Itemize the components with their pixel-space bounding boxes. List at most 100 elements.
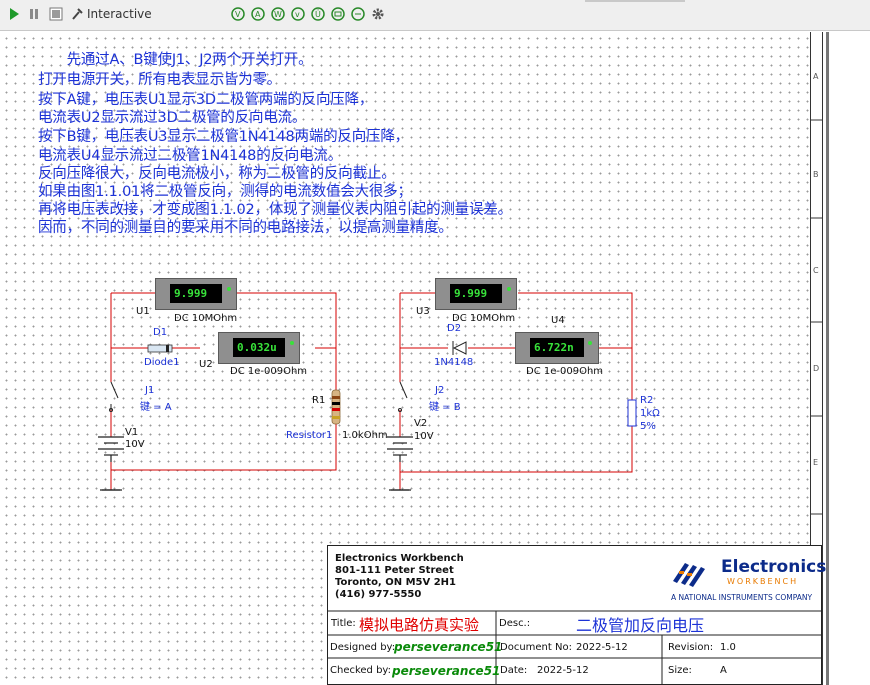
voltage-probe-icon[interactable]: V [230,6,246,22]
d1-part: Diode1 [144,357,180,368]
electronics-workbench-logo: Electronics WORKBENCH A NATIONAL INSTRUM… [669,553,826,605]
desc-label: Desc.: [499,618,531,629]
v2-refdes: V2 [414,418,428,429]
ammeter-u4[interactable]: 6.722n [515,332,599,364]
u4-spec: DC 1e-009Ohm [526,366,604,377]
stop-icon [49,7,63,21]
voltage-current-probe-icon[interactable]: Ü [310,6,326,22]
switch-j2-symbol [398,381,408,412]
r1-part: Resistor1 [286,430,333,441]
checked-by-label: Checked by: [330,665,391,676]
play-icon [10,8,19,20]
probe-tools-group: V A W v Ü [230,5,400,23]
voltmeter-u1-display: 9.999 [170,284,222,303]
r2-refdes: R2 [640,395,654,406]
u3-refdes: U3 [416,306,430,317]
ammeter-u2-display: 0.032u [233,338,285,357]
svg-text:V: V [235,10,241,19]
simulation-toolbar: Interactive V A W v Ü [0,0,870,31]
switch-j1-symbol [109,381,119,412]
u1-spec: DC 10MOhm [174,313,238,324]
interactive-mode-label: Interactive [87,7,152,21]
ammeter-u2[interactable]: 0.032u [218,332,300,364]
d2-part: 1N4148 [434,357,474,368]
j2-key: 键 = B [429,402,461,413]
title-label: Title: [331,618,356,629]
company-address-2: Toronto, ON M5V 2H1 [335,577,456,588]
designed-by-label: Designed by: [330,642,396,653]
v2-value: 10V [414,431,434,442]
r1-value: 1.0kOhm [342,430,388,441]
workbench-logo-icon [673,563,705,587]
logo-sub-text: WORKBENCH [727,577,799,586]
voltmeter-u3-display: 9.999 [450,284,502,303]
meter-terminal-icon [227,287,231,291]
logo-tagline: A NATIONAL INSTRUMENTS COMPANY [671,593,813,602]
company-phone: (416) 977-5550 [335,589,422,600]
svg-text:A: A [255,10,261,19]
u3-spec: DC 10MOhm [452,313,516,324]
revision-value: 1.0 [720,642,736,653]
document-no-label: Document No: [500,642,572,653]
revision-label: Revision: [668,642,714,653]
size-label: Size: [668,665,692,676]
interactive-mode-button[interactable]: Interactive [70,5,160,23]
svg-text:Ü: Ü [315,9,321,19]
meter-terminal-icon [507,287,511,291]
interactive-icon [72,8,83,20]
date-value: 2022-5-12 [537,665,589,676]
v1-value: 10V [125,439,145,450]
ruler-letter: D [813,364,820,373]
diode-d2-symbol [452,341,467,355]
size-value: A [720,665,727,676]
voltmeter-u1[interactable]: 9.999 [155,278,237,310]
toolbar-divider [585,0,685,2]
resistor-r2-symbol [627,399,637,427]
current-probe-icon[interactable]: A [250,6,266,22]
d1-refdes: D1 [153,327,168,338]
designed-by-value: perseverance51 [394,640,503,654]
title-block[interactable]: Electronics Workbench 801-111 Peter Stre… [327,545,826,685]
power-probe-icon[interactable]: W [270,6,286,22]
r2-tolerance: 5% [640,421,656,432]
ruler-letter: B [813,170,819,179]
voltmeter-u3[interactable]: 9.999 [435,278,517,310]
svg-text:W: W [274,10,282,19]
differential-voltage-probe-icon[interactable]: v [290,6,306,22]
title-value: 模拟电路仿真实验 [359,616,480,634]
company-name: Electronics Workbench [335,553,464,564]
pause-simulation-button[interactable] [26,5,42,23]
j1-refdes: J1 [145,385,155,396]
ruler-letter: E [813,458,819,467]
ruler-letter: A [813,72,819,81]
logo-main-text: Electronics [721,557,827,577]
run-simulation-button[interactable] [6,5,22,23]
meter-terminal-icon [290,341,294,345]
probe-settings-gear-icon[interactable] [370,6,386,22]
u1-refdes: U1 [136,306,150,317]
svg-text:v: v [295,10,300,19]
u4-refdes: U4 [551,315,565,326]
r2-value: 1kΩ [640,408,660,419]
date-label: Date: [500,665,528,676]
pause-icon [30,9,38,19]
reference-probe-icon[interactable] [350,6,366,22]
meter-terminal-icon [588,341,592,345]
u2-spec: DC 1e-009Ohm [230,366,308,377]
ruler-letter: C [813,266,819,275]
diode-d1-symbol [147,344,173,353]
document-no-value: 2022-5-12 [576,642,628,653]
checked-by-value: perseverance51 [392,664,501,678]
resistor-r1-symbol [331,389,341,425]
stop-simulation-button[interactable] [48,5,64,23]
j2-refdes: J2 [435,385,445,396]
ammeter-u4-display: 6.722n [530,338,584,357]
digital-probe-icon[interactable] [330,6,346,22]
v1-refdes: V1 [125,427,139,438]
desc-value: 二极管加反向电压 [576,616,705,635]
u2-refdes: U2 [199,359,213,370]
r1-refdes: R1 [312,395,326,406]
j1-key: 键 = A [140,402,172,413]
d2-refdes: D2 [447,323,462,334]
company-address-1: 801-111 Peter Street [335,565,454,576]
